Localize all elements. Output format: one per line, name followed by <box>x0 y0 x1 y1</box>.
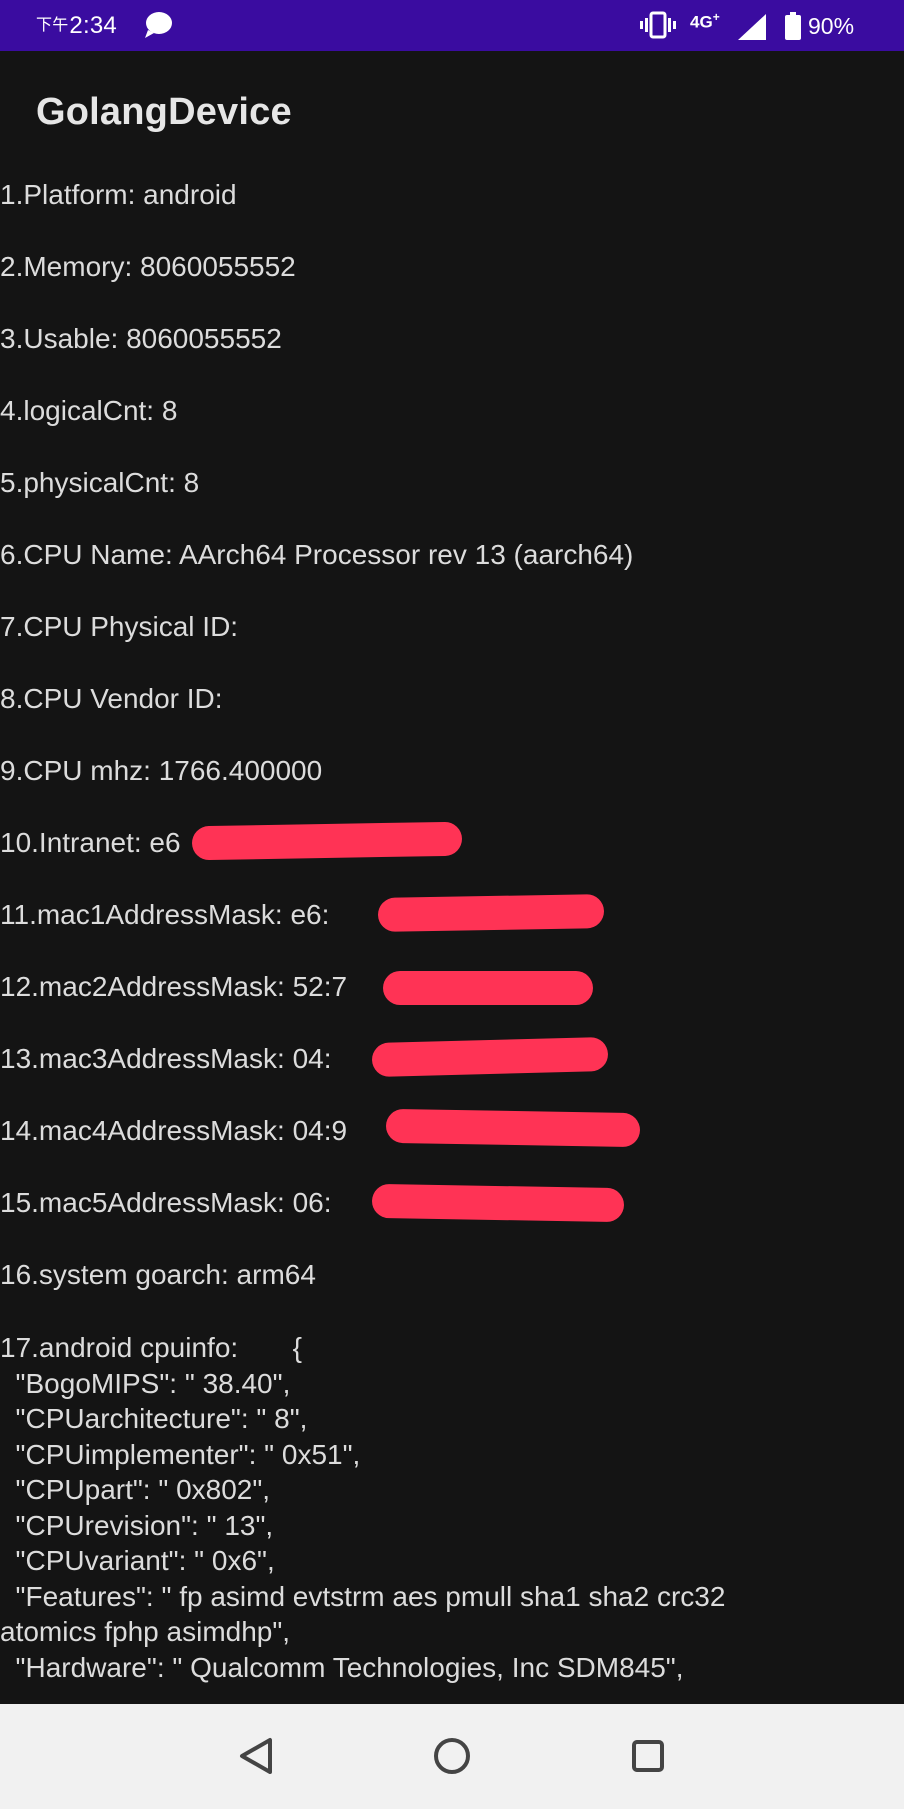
cpuinfo-entry: "CPUpart": " 0x802", <box>0 1474 271 1505</box>
info-line-memory: 2.Memory: 8060055552 <box>0 251 296 282</box>
network-type-label: 4G <box>690 12 713 32</box>
cpuinfo-entry: atomics fphp asimdhp", <box>0 1616 291 1647</box>
info-line-mac1-text: 11.mac1AddressMask: e6: <box>0 899 330 930</box>
status-time-prefix: 下午 <box>36 17 69 34</box>
info-line-cpu-name: 6.CPU Name: AArch64 Processor rev 13 (aa… <box>0 539 634 570</box>
page-title: GolangDevice <box>36 91 292 133</box>
cpuinfo-entry: "BogoMIPS": " 38.40", <box>0 1367 291 1399</box>
info-line-physical-count: 5.physicalCnt: 8 <box>0 467 200 498</box>
info-line-mac5: 15.mac5AddressMask: 06: <box>0 1183 904 1258</box>
info-line-mac3-text: 13.mac3AddressMask: 04: <box>0 1043 332 1074</box>
info-line-usable: 3.Usable: 8060055552 <box>0 323 282 354</box>
recents-icon[interactable] <box>624 1732 672 1780</box>
vibrate-icon <box>640 11 676 39</box>
home-icon[interactable] <box>428 1732 476 1780</box>
redaction-mark <box>385 1108 641 1148</box>
cpuinfo-entry: "CPUarchitecture": " 8", <box>0 1403 308 1434</box>
info-line-mac4-text: 14.mac4AddressMask: 04:9 <box>0 1115 348 1146</box>
redaction-mark <box>377 894 605 932</box>
info-line-intranet: 10.Intranet: e6 <box>0 821 904 898</box>
battery-level: 90% <box>808 13 855 39</box>
info-line-cpu-mhz: 9.CPU mhz: 1766.400000 <box>0 755 323 786</box>
status-bar: 下午2:34 4G+ 90% <box>0 0 904 51</box>
redaction-mark <box>383 971 593 1005</box>
info-line-cpu-physical-id: 7.CPU Physical ID: <box>0 611 239 642</box>
redaction-mark <box>371 1036 609 1078</box>
cpuinfo-entry: "CPUrevision": " 13", <box>0 1509 274 1541</box>
device-info-list: 1.Platform: android 2.Memory: 8060055552… <box>0 178 904 1330</box>
info-line-mac1: 11.mac1AddressMask: e6: <box>0 894 904 970</box>
status-time: 下午2:34 <box>36 11 117 40</box>
cpuinfo-entry: "CPUvariant": " 0x6", <box>0 1545 275 1576</box>
info-line-mac5-text: 15.mac5AddressMask: 06: <box>0 1187 332 1218</box>
info-line-cpu-vendor-id: 8.CPU Vendor ID: <box>0 683 223 714</box>
chat-bubble-icon <box>145 12 172 38</box>
info-line-mac4: 14.mac4AddressMask: 04:9 <box>0 1108 904 1186</box>
network-plus: + <box>712 10 720 24</box>
cpuinfo-entry: "Hardware": " Qualcomm Technologies, Inc… <box>0 1651 684 1683</box>
info-line-goarch: 16.system goarch: arm64 <box>0 1259 316 1290</box>
info-line-mac2-text: 12.mac2AddressMask: 52:7 <box>0 971 348 1002</box>
status-time-value: 2:34 <box>69 12 117 39</box>
network-type: 4G+ <box>690 10 720 33</box>
navigation-bar <box>0 1704 904 1809</box>
info-line-mac2: 12.mac2AddressMask: 52:7 <box>0 970 904 1042</box>
cpuinfo-entry: "CPUimplementer": " 0x51", <box>0 1438 361 1470</box>
cpuinfo-entry: "Features": " fp asimd evtstrm aes pmull… <box>0 1580 726 1612</box>
battery-icon <box>785 12 801 40</box>
cpuinfo-block: 17.android cpuinfo: { "BogoMIPS": " 38.4… <box>0 1330 904 1685</box>
redaction-mark <box>371 1183 625 1223</box>
signal-icon <box>738 14 766 40</box>
cpuinfo-header: 17.android cpuinfo: { <box>0 1332 302 1363</box>
info-line-platform: 1.Platform: android <box>0 179 237 210</box>
info-line-intranet-text: 10.Intranet: e6 <box>0 827 181 858</box>
redaction-mark <box>191 821 463 861</box>
info-line-mac3: 13.mac3AddressMask: 04: <box>0 1036 904 1114</box>
back-icon[interactable] <box>232 1732 280 1780</box>
info-line-logical-count: 4.logicalCnt: 8 <box>0 395 178 426</box>
